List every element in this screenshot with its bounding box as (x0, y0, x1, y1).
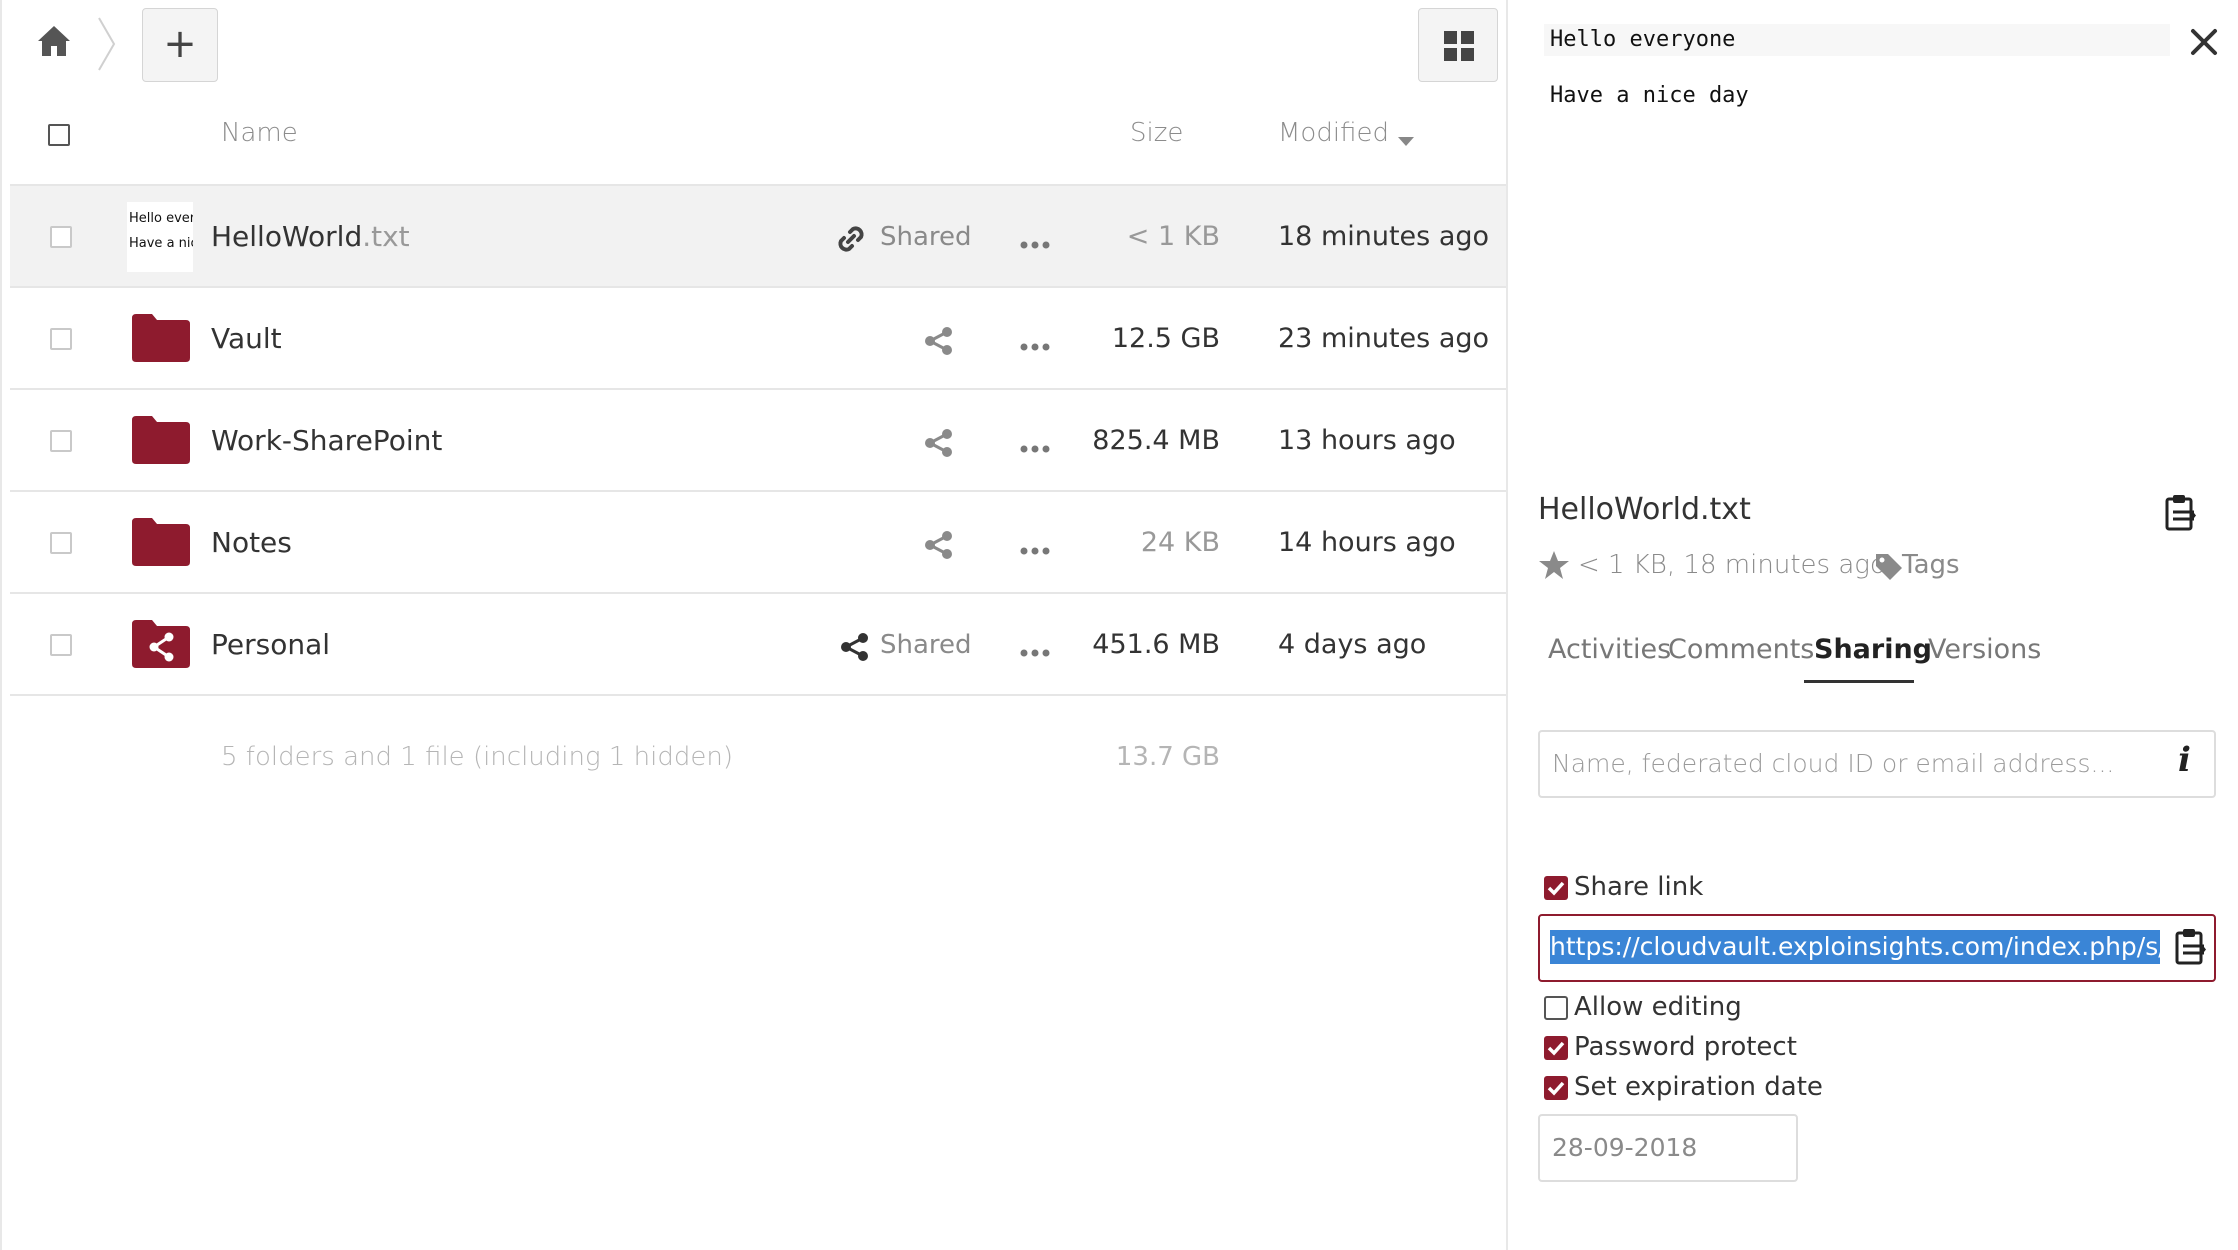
tag-icon[interactable] (1874, 552, 1904, 586)
file-modified: 13 hours ago (1278, 425, 1456, 456)
expiration-date-label[interactable]: Set expiration date (1574, 1072, 1823, 1102)
file-name[interactable]: HelloWorld.txt (211, 220, 410, 253)
preview-line-1: Hello everyone (1544, 24, 2170, 56)
share-with-input[interactable]: Name, federated cloud ID or email addres… (1538, 730, 2216, 798)
tab-activities[interactable]: Activities (1548, 634, 1671, 665)
folder-icon (132, 518, 190, 566)
file-preview: Hello everyone Have a nice day (1544, 24, 2234, 504)
share-link-label[interactable]: Share link (1574, 872, 1703, 902)
clipboard-icon[interactable] (2164, 494, 2198, 536)
file-name[interactable]: Personal (211, 628, 330, 661)
share-icon[interactable] (924, 530, 954, 564)
favorite-star-icon[interactable] (1538, 550, 1570, 584)
text-file-thumbnail: Hello ever Have a nic (127, 202, 193, 272)
row-checkbox[interactable] (50, 430, 72, 452)
tab-versions[interactable]: Versions (1928, 634, 2041, 665)
folder-icon (132, 416, 190, 464)
file-summary: 5 folders and 1 file (including 1 hidden… (221, 742, 733, 772)
link-icon[interactable] (836, 224, 866, 258)
share-status-label[interactable]: Shared (880, 630, 972, 660)
sort-descending-icon[interactable] (1398, 132, 1414, 151)
select-all-checkbox[interactable] (48, 124, 70, 146)
file-list-header: Name Size Modified (10, 100, 1507, 186)
file-modified: 23 minutes ago (1278, 323, 1490, 354)
expiration-date-value: 28-09-2018 (1552, 1133, 1698, 1162)
share-icon[interactable] (924, 326, 954, 360)
share-link-checkbox[interactable] (1544, 876, 1568, 900)
share-link-url[interactable]: https://cloudvault.exploinsights.com/ind… (1550, 930, 2160, 964)
file-modified: 18 minutes ago (1278, 221, 1490, 252)
file-row-vault[interactable]: Vault 12.5 GB 23 minutes ago (10, 288, 1507, 390)
allow-editing-label[interactable]: Allow editing (1574, 992, 1742, 1022)
tab-comments[interactable]: Comments (1668, 634, 1814, 665)
expiration-date-input[interactable]: 28-09-2018 (1538, 1114, 1798, 1182)
total-size: 13.7 GB (1115, 742, 1220, 772)
file-modified: 4 days ago (1278, 629, 1427, 660)
info-icon[interactable]: i (2178, 740, 2191, 780)
tags-link[interactable]: Tags (1902, 550, 1960, 580)
column-header-name[interactable]: Name (221, 118, 298, 148)
file-size: 451.6 MB (1092, 629, 1220, 660)
file-size: 24 KB (1140, 527, 1220, 558)
row-checkbox[interactable] (50, 634, 72, 656)
copy-link-icon[interactable] (2174, 928, 2208, 970)
file-row-notes[interactable]: Notes 24 KB 14 hours ago (10, 492, 1507, 594)
file-name[interactable]: Notes (211, 526, 292, 559)
share-input-placeholder: Name, federated cloud ID or email addres… (1552, 749, 2115, 778)
breadcrumb (36, 17, 126, 71)
close-icon[interactable] (2190, 28, 2218, 60)
file-row-personal[interactable]: Personal Shared 451.6 MB 4 days ago (10, 594, 1507, 696)
file-list-pane: + Name Size Modified Hello ever Have a n… (0, 0, 1507, 1250)
file-size: 825.4 MB (1092, 425, 1220, 456)
plus-icon: + (163, 21, 197, 67)
share-status-label[interactable]: Shared (880, 222, 972, 252)
file-name[interactable]: Vault (211, 322, 282, 355)
breadcrumb-separator-icon (96, 16, 118, 76)
file-name[interactable]: Work-SharePoint (211, 424, 442, 457)
share-link-url-field[interactable]: https://cloudvault.exploinsights.com/ind… (1538, 914, 2216, 982)
folder-icon (132, 314, 190, 362)
tab-sharing[interactable]: Sharing (1814, 634, 1932, 665)
sidebar-filename: HelloWorld.txt (1538, 492, 1751, 527)
allow-editing-checkbox[interactable] (1544, 996, 1568, 1020)
file-modified: 14 hours ago (1278, 527, 1456, 558)
preview-line-2: Have a nice day (1550, 83, 1749, 108)
file-size: < 1 KB (1126, 221, 1220, 252)
active-tab-indicator (1804, 680, 1914, 683)
column-header-size[interactable]: Size (1130, 118, 1183, 148)
expiration-date-checkbox[interactable] (1544, 1076, 1568, 1100)
row-checkbox[interactable] (50, 328, 72, 350)
row-checkbox[interactable] (50, 226, 72, 248)
details-sidebar: Hello everyone Have a nice day HelloWorl… (1506, 0, 2238, 1250)
file-row-helloworld[interactable]: Hello ever Have a nic HelloWorld.txt Sha… (10, 186, 1507, 288)
row-checkbox[interactable] (50, 532, 72, 554)
new-button[interactable]: + (142, 8, 218, 82)
file-size: 12.5 GB (1111, 323, 1220, 354)
shared-folder-icon (132, 620, 190, 668)
grid-view-button[interactable] (1418, 8, 1498, 82)
file-meta: < 1 KB, 18 minutes ago (1578, 550, 1886, 580)
password-protect-checkbox[interactable] (1544, 1036, 1568, 1060)
grid-icon (1444, 31, 1474, 65)
column-header-modified[interactable]: Modified (1278, 118, 1389, 148)
home-icon[interactable] (36, 24, 72, 62)
share-icon[interactable] (924, 428, 954, 462)
file-row-work-sharepoint[interactable]: Work-SharePoint 825.4 MB 13 hours ago (10, 390, 1507, 492)
password-protect-label[interactable]: Password protect (1574, 1032, 1797, 1062)
share-icon[interactable] (840, 632, 870, 666)
